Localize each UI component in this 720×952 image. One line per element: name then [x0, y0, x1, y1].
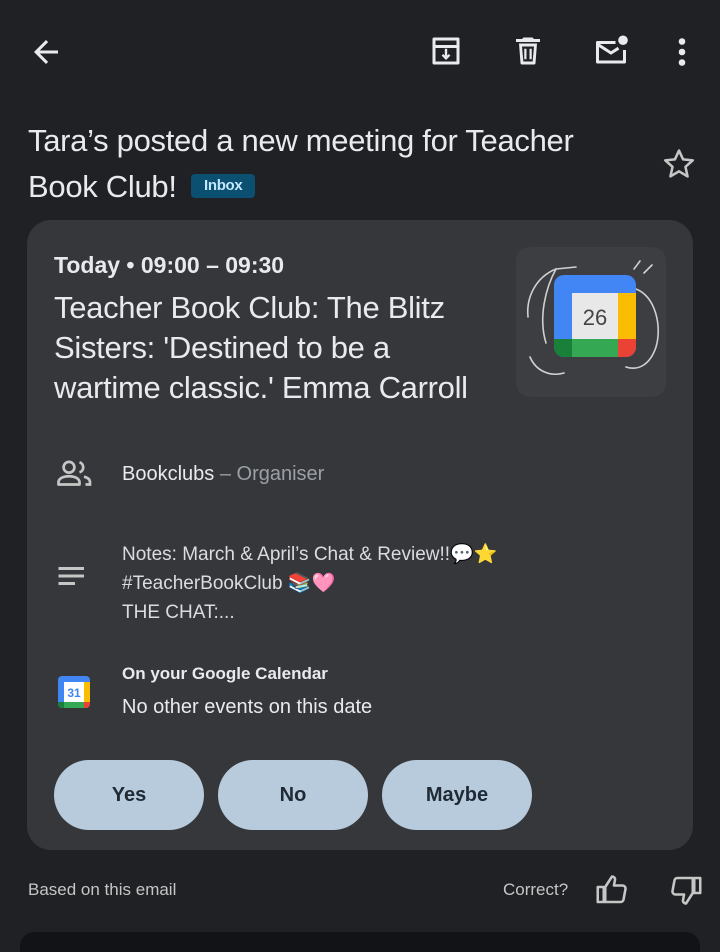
organiser-name: Bookclubs — [122, 463, 215, 485]
calendar-event-card[interactable]: Today • 09:00 – 09:30 Teacher Book Club:… — [27, 220, 693, 850]
calendar-status: No other events on this date — [122, 696, 373, 718]
organiser: Bookclubs – Organiser — [122, 463, 324, 486]
email-subject: Tara’s posted a new meeting for Teacher … — [28, 118, 628, 210]
rsvp-no-button[interactable]: No — [218, 760, 368, 830]
bottom-sheet-edge — [20, 932, 700, 952]
event-title: Teacher Book Club: The Blitz Sisters: 'D… — [54, 290, 468, 405]
rsvp-yes-button[interactable]: Yes — [54, 760, 204, 830]
notes-line: #TeacherBookClub 📚🩷 — [122, 573, 336, 594]
calendar-thumbnail: 26 — [516, 247, 666, 397]
correct-prompt: Correct? — [503, 880, 569, 899]
thumbnail-day: 26 — [583, 305, 607, 330]
calendar-heading: On your Google Calendar — [122, 664, 328, 683]
thumbs-down-icon[interactable] — [668, 872, 704, 908]
event-notes[interactable]: Notes: March & April’s Chat & Review!!💬⭐… — [122, 540, 642, 627]
event-time: Today • 09:00 – 09:30 — [54, 252, 285, 278]
notes-icon — [54, 558, 90, 594]
more-vert-icon[interactable] — [664, 34, 700, 70]
star-icon[interactable] — [660, 145, 698, 183]
mark-unread-icon[interactable] — [591, 32, 631, 68]
thumbs-up-icon[interactable] — [594, 872, 630, 908]
inbox-label-badge[interactable]: Inbox — [190, 173, 256, 198]
top-app-bar — [0, 0, 720, 104]
notes-line: THE CHAT:... — [122, 602, 235, 623]
delete-icon[interactable] — [510, 33, 546, 69]
based-on-email-text: Based on this email — [28, 880, 177, 899]
subject-title: Tara’s posted a new meeting for Teacher … — [28, 123, 574, 204]
archive-icon[interactable] — [428, 33, 464, 69]
google-calendar-icon: 31 — [56, 674, 92, 710]
organiser-role: – Organiser — [219, 463, 325, 485]
rsvp-maybe-button[interactable]: Maybe — [382, 760, 532, 830]
back-arrow-icon[interactable] — [28, 34, 64, 70]
calendar-icon-day: 31 — [67, 686, 81, 700]
people-icon — [54, 456, 96, 492]
notes-line: Notes: March & April’s Chat & Review!!💬⭐ — [122, 544, 498, 565]
